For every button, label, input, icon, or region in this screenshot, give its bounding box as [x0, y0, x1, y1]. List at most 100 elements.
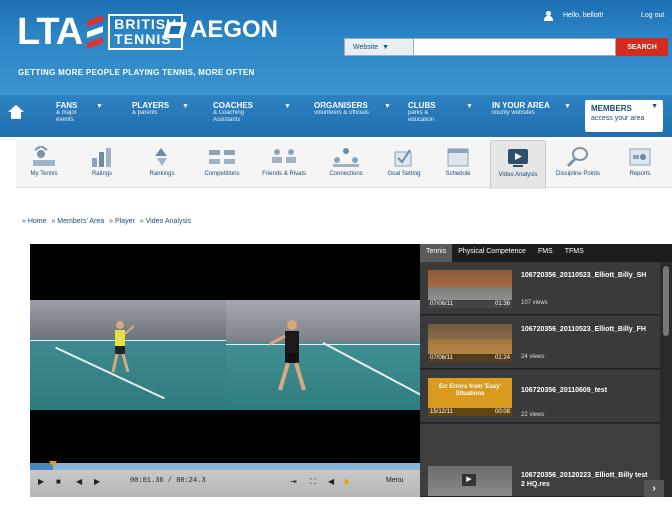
- members-button[interactable]: MEMBERS access your area ▼: [585, 100, 663, 132]
- video-frame[interactable]: [30, 300, 420, 410]
- playlist-item[interactable]: 07/06/11 01:24 106720356_20110523_Elliott…: [420, 316, 660, 369]
- next-arrow-icon[interactable]: ›: [644, 480, 664, 497]
- tool-my-tennis[interactable]: My Tennis: [16, 140, 72, 188]
- tab-physical-competence[interactable]: Physical Competence: [452, 244, 532, 262]
- member-toolbar: My Tennis Ratings Rankings Competitions …: [16, 140, 672, 189]
- play-icon: ▶: [462, 474, 476, 486]
- nav-item-players[interactable]: PLAYERS & parents: [132, 101, 169, 117]
- nav-item-title: CLUBS: [408, 101, 436, 110]
- tool-competitions[interactable]: Competitions: [194, 140, 250, 188]
- thumbnail-text: Err Errors from 'Easy' Situations: [439, 384, 501, 397]
- nav-item-sub: education: [408, 117, 435, 123]
- competitions-icon: [209, 150, 235, 164]
- page: LTA BRITISH TENNIS AEGON GETTING MORE PE…: [0, 0, 672, 512]
- video-thumbnail: ▶: [428, 466, 512, 496]
- search-button[interactable]: SEARCH: [616, 38, 668, 56]
- chevron-down-icon[interactable]: ▼: [182, 103, 189, 110]
- frame-step-icon[interactable]: ⇥: [290, 477, 297, 486]
- nav-item-fans[interactable]: FANS & major events: [56, 101, 77, 124]
- video-pane-right: [226, 300, 420, 410]
- breadcrumb-video-analysis: » Video Analysis: [139, 218, 192, 225]
- chevron-down-icon[interactable]: ▼: [96, 103, 103, 110]
- chevron-down-icon: ▼: [382, 43, 390, 51]
- playlist-scrollbar[interactable]: [660, 262, 672, 497]
- playlist-item[interactable]: ▶ 106720356_20120223_Elliott_Billy test …: [420, 424, 660, 497]
- scroll-thumb[interactable]: [663, 266, 669, 336]
- step-forward-icon[interactable]: ▶: [94, 477, 100, 486]
- lta-flag-icon: [85, 12, 105, 52]
- tool-label: Rankings: [149, 171, 175, 177]
- tool-schedule[interactable]: Schedule: [430, 140, 486, 188]
- video-views: 22 views: [521, 412, 545, 418]
- volume-level-icon[interactable]: ■: [344, 477, 349, 486]
- tagline: GETTING MORE PEOPLE PLAYING TENNIS, MORE…: [18, 68, 255, 77]
- breadcrumb-members-area[interactable]: » Members' Area: [51, 218, 104, 225]
- video-thumbnail: Err Errors from 'Easy' Situations 15/12/…: [428, 378, 512, 416]
- nav-item-coaches[interactable]: COACHES & Coaching Assistants: [213, 101, 253, 124]
- chevron-down-icon[interactable]: ▼: [466, 103, 473, 110]
- tab-fms[interactable]: FMS: [532, 244, 559, 262]
- video-pane-left: [30, 300, 226, 410]
- video-views: 24 views: [521, 354, 545, 360]
- video-analysis-icon: [508, 149, 528, 167]
- nav-item-sub: county websites: [492, 110, 535, 116]
- step-back-icon[interactable]: ◀: [76, 477, 82, 486]
- play-icon[interactable]: ▶: [38, 477, 44, 486]
- nav-item-title: FANS: [56, 101, 78, 110]
- rankings-icon: [155, 148, 167, 166]
- aegon-logo[interactable]: AEGON: [162, 16, 278, 44]
- tool-rankings[interactable]: Rankings: [134, 140, 190, 188]
- breadcrumb-home[interactable]: » Home: [22, 218, 47, 225]
- playlist-item[interactable]: Err Errors from 'Easy' Situations 15/12/…: [420, 370, 660, 423]
- chevron-down-icon[interactable]: ▼: [564, 103, 571, 110]
- lta-wordmark: LTA: [17, 11, 83, 53]
- tool-video-analysis[interactable]: Video Analysis: [490, 140, 546, 189]
- tool-discipline-points[interactable]: Discipline Points: [550, 140, 606, 188]
- video-title: 106720356_20110609_test: [521, 387, 608, 394]
- site-header: LTA BRITISH TENNIS AEGON GETTING MORE PE…: [0, 0, 672, 95]
- search-input[interactable]: [414, 38, 616, 56]
- chevron-down-icon[interactable]: ▼: [284, 103, 291, 110]
- lta-logo[interactable]: LTA BRITISH TENNIS: [17, 11, 184, 53]
- user-icon: [544, 11, 553, 21]
- logout-link[interactable]: Log out: [641, 12, 664, 19]
- scrubber-handle[interactable]: [49, 461, 57, 467]
- menu-button[interactable]: Menu: [386, 477, 404, 484]
- tab-tfms[interactable]: TFMS: [559, 244, 590, 262]
- ratings-icon: [92, 148, 111, 167]
- progress-bar[interactable]: [30, 461, 420, 470]
- nav-item-in-your-area[interactable]: IN YOUR AREA county websites: [492, 101, 550, 117]
- tool-label: Competitions: [204, 171, 240, 177]
- video-player[interactable]: ▶ ■ ◀ ▶ 00:01.36 / 00:24.3 ⇥ ⛶ ◀ ■ Menu: [30, 244, 420, 497]
- tab-tennis[interactable]: Tennis: [420, 244, 453, 262]
- search-scope-value: Website: [353, 43, 379, 51]
- nav-item-clubs[interactable]: CLUBS parks & education: [408, 101, 436, 124]
- fullscreen-icon[interactable]: ⛶: [310, 477, 316, 487]
- home-icon[interactable]: [8, 105, 24, 119]
- goal-setting-icon: [394, 149, 412, 167]
- nav-item-organisers[interactable]: ORGANISERS volunteers & officials: [314, 101, 369, 117]
- tool-reports[interactable]: Reports: [612, 140, 668, 188]
- tool-connections[interactable]: Connections: [318, 140, 374, 188]
- stop-icon[interactable]: ■: [56, 477, 61, 486]
- breadcrumb: » Home » Members' Area » Player » Video …: [22, 218, 194, 225]
- volume-icon[interactable]: ◀: [328, 477, 334, 486]
- tool-friends-rivals[interactable]: Friends & Rivals: [256, 140, 312, 188]
- search-scope-select[interactable]: Website ▼: [344, 38, 414, 56]
- video-thumbnail: 07/06/11 01:24: [428, 324, 512, 362]
- aegon-flag-icon: [162, 18, 188, 42]
- chevron-down-icon: ▼: [651, 103, 658, 110]
- tool-ratings[interactable]: Ratings: [74, 140, 130, 188]
- nav-item-sub: Assistants: [213, 117, 241, 123]
- chevron-down-icon[interactable]: ▼: [384, 103, 391, 110]
- video-duration: 00:08: [494, 409, 510, 415]
- playlist-item[interactable]: 07/06/11 01:36 106720356_20110523_Elliott…: [420, 262, 660, 315]
- breadcrumb-player[interactable]: » Player: [109, 218, 135, 225]
- greeting: Hello, bellott!: [563, 12, 604, 19]
- playlist-tabs: Tennis Physical Competence FMS TFMS: [420, 244, 672, 262]
- nav-item-sub: & major: [56, 110, 77, 116]
- thumbnail-caption: 07/06/11 01:24: [428, 354, 512, 362]
- friends-rivals-icon: [272, 149, 296, 163]
- tool-goal-setting[interactable]: Goal Setting: [376, 140, 432, 188]
- schedule-icon: [447, 148, 469, 167]
